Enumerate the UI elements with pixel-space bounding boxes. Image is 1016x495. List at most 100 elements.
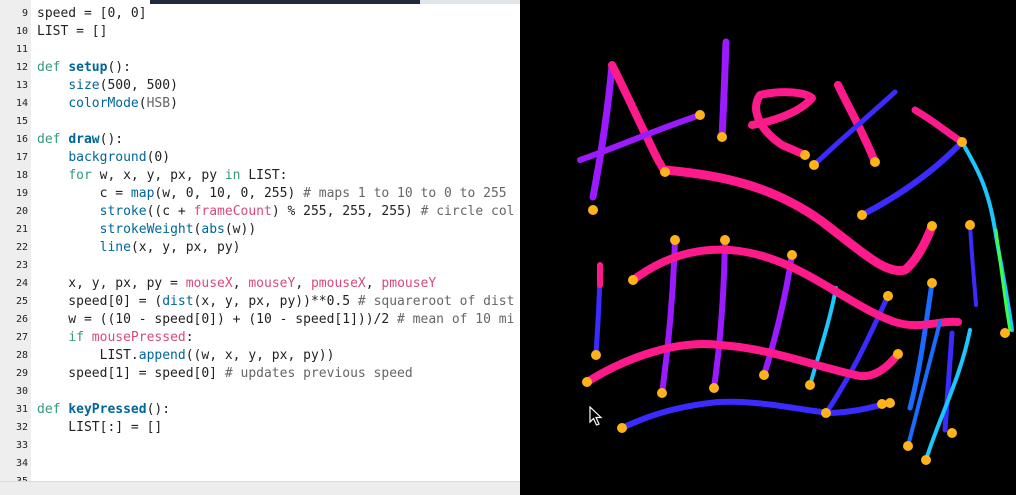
- code-line[interactable]: 17 background(0): [0, 149, 520, 167]
- code-token: w, x, y, px, py: [91, 168, 225, 183]
- code-editor[interactable]: 9 speed = [0, 0] 10 LIST = [] 11 12 def setup(…: [0, 0, 520, 495]
- line-number: 13: [15, 80, 28, 91]
- code-text: def keyPressed():: [37, 401, 170, 419]
- code-token: ,: [365, 276, 382, 291]
- code-token: ():: [99, 132, 124, 147]
- code-token: def: [37, 132, 69, 147]
- line-number: 34: [15, 458, 28, 469]
- code-token: strokeWeight: [99, 222, 194, 237]
- code-line[interactable]: 26 w = ((10 - speed[0]) + (10 - speed[1]…: [0, 311, 520, 329]
- stroke-endpoint-dot: [588, 205, 598, 215]
- code-line[interactable]: 12 def setup():: [0, 59, 520, 77]
- code-token: in: [224, 168, 241, 183]
- drawn-stroke: [811, 89, 898, 168]
- line-number: 23: [15, 260, 28, 271]
- drawn-stroke: [711, 237, 728, 391]
- code-token: for: [68, 168, 92, 183]
- code-line[interactable]: 32 LIST[:] = []: [0, 419, 520, 437]
- code-token: stroke: [99, 204, 147, 219]
- stroke-endpoint-dot: [717, 132, 727, 142]
- code-line[interactable]: 25 speed[0] = (dist(x, y, px, py))**0.5 …: [0, 293, 520, 311]
- code-text: speed[1] = speed[0] # updates previous s…: [37, 365, 412, 383]
- line-number: 33: [15, 440, 28, 451]
- stroke-endpoint-dot: [957, 137, 967, 147]
- code-text: background(0): [37, 149, 170, 167]
- stroke-endpoint-dot: [800, 150, 810, 160]
- drawn-stroke: [583, 340, 902, 386]
- code-line[interactable]: 13 size(500, 500): [0, 77, 520, 95]
- code-text: speed[0] = (dist(x, y, px, py))**0.5 # s…: [37, 293, 514, 311]
- code-text: line(x, y, px, py): [37, 239, 241, 257]
- code-token: speed[1] = speed[0]: [37, 366, 225, 381]
- code-text: LIST[:] = []: [37, 419, 162, 437]
- stroke-endpoint-dot: [591, 350, 601, 360]
- code-text: LIST = []: [37, 23, 107, 41]
- stroke-endpoint-dot: [893, 349, 903, 359]
- code-token: line: [99, 240, 131, 255]
- code-text: def draw():: [37, 131, 123, 149]
- code-token: size: [68, 78, 100, 93]
- code-line[interactable]: 27 if mousePressed:: [0, 329, 520, 347]
- code-token: mouseY: [248, 276, 296, 291]
- stroke-endpoint-dot: [759, 370, 769, 380]
- code-line[interactable]: 24 x, y, px, py = mouseX, mouseY, pmouse…: [0, 275, 520, 293]
- line-number: 28: [15, 350, 28, 361]
- code-line[interactable]: 9 speed = [0, 0]: [0, 5, 520, 23]
- drawn-stroke: [660, 165, 937, 276]
- code-line[interactable]: 33: [0, 437, 520, 455]
- line-number: 10: [15, 26, 28, 37]
- code-line[interactable]: 16 def draw():: [0, 131, 520, 149]
- code-token: speed[0] = (: [37, 294, 163, 309]
- horizontal-scrollbar[interactable]: [0, 481, 520, 495]
- code-token: keyPressed: [68, 402, 147, 417]
- code-token: append: [138, 348, 186, 363]
- code-line[interactable]: 23: [0, 257, 520, 275]
- code-token: x, y, px, py =: [37, 276, 186, 291]
- code-token: pmouseX: [310, 276, 366, 291]
- stroke-endpoint-dot: [921, 455, 931, 465]
- code-text: w = ((10 - speed[0]) + (10 - speed[1]))/…: [37, 311, 514, 329]
- line-number: 14: [15, 98, 28, 109]
- code-token: LIST[:] = []: [37, 420, 163, 435]
- code-token: dist: [162, 294, 194, 309]
- code-token: ,: [295, 276, 311, 291]
- code-token: ():: [107, 60, 131, 75]
- code-line[interactable]: 10 LIST = []: [0, 23, 520, 41]
- code-line[interactable]: 20 stroke((c + frameCount) % 255, 255, 2…: [0, 203, 520, 221]
- line-number: 26: [15, 314, 28, 325]
- code-token: LIST.: [37, 348, 139, 363]
- stroke-endpoint-dot: [877, 399, 887, 409]
- stroke-endpoint-dot: [617, 423, 627, 433]
- code-text: if mousePressed:: [37, 329, 193, 347]
- code-line[interactable]: 34: [0, 455, 520, 473]
- code-text: x, y, px, py = mouseX, mouseY, pmouseX, …: [37, 275, 436, 293]
- line-number: 17: [15, 152, 28, 163]
- code-line[interactable]: 30: [0, 383, 520, 401]
- code-line[interactable]: 11: [0, 41, 520, 59]
- code-line[interactable]: 19 c = map(w, 0, 10, 0, 255) # maps 1 to…: [0, 185, 520, 203]
- line-number: 30: [15, 386, 28, 397]
- line-number: 9: [21, 8, 28, 19]
- code-token: def: [37, 402, 69, 417]
- code-line[interactable]: 18 for w, x, y, px, py in LIST:: [0, 167, 520, 185]
- code-token: mouseX: [185, 276, 233, 291]
- line-number: 29: [15, 368, 28, 379]
- code-token: # circle col: [420, 204, 515, 219]
- code-line[interactable]: 31 def keyPressed():: [0, 401, 520, 419]
- code-line[interactable]: 22 line(x, y, px, py): [0, 239, 520, 257]
- code-line[interactable]: 15: [0, 113, 520, 131]
- code-token: (w)): [224, 222, 257, 237]
- code-line[interactable]: 29 speed[1] = speed[0] # updates previou…: [0, 365, 520, 383]
- drawn-stroke: [608, 61, 669, 176]
- stroke-endpoint-dot: [805, 380, 815, 390]
- stroke-endpoint-dot: [809, 160, 819, 170]
- code-line[interactable]: 28 LIST.append((w, x, y, px, py)): [0, 347, 520, 365]
- code-line[interactable]: 14 colorMode(HSB): [0, 95, 520, 113]
- code-line[interactable]: 21 strokeWeight(abs(w)): [0, 221, 520, 239]
- code-token: # mean of 10 mi: [397, 312, 515, 327]
